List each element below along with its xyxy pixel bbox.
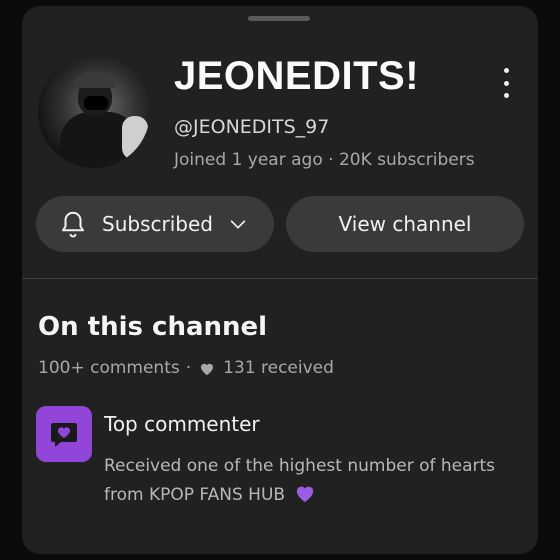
channel-meta: Joined 1 year ago · 20K subscribers	[174, 150, 475, 170]
joined-date: Joined 1 year ago	[174, 150, 323, 170]
channel-handle: @JEONEDITS_97	[174, 116, 330, 138]
award-description: Received one of the highest number of he…	[104, 456, 496, 505]
avatar[interactable]	[38, 56, 150, 168]
more-vert-icon[interactable]	[500, 68, 512, 98]
heart-icon	[201, 363, 214, 375]
channel-stats: 100+ comments · 131 received	[38, 358, 334, 378]
divider	[22, 278, 538, 279]
channel-sheet: JEONEDITS! @JEONEDITS_97 Joined 1 year a…	[22, 6, 538, 554]
subscriber-count: 20K subscribers	[338, 150, 475, 170]
hearts-received: 131 received	[223, 358, 334, 378]
purple-heart-icon	[297, 486, 314, 503]
award-title: Top commenter	[104, 412, 260, 436]
channel-name: JEONEDITS!	[174, 54, 420, 98]
subscribed-label: Subscribed	[102, 212, 213, 236]
section-title: On this channel	[38, 312, 268, 342]
view-channel-label: View channel	[338, 212, 472, 236]
chat-heart-icon	[36, 406, 92, 462]
subscribed-button[interactable]: Subscribed	[36, 196, 274, 252]
drag-handle[interactable]	[248, 16, 310, 21]
view-channel-button[interactable]: View channel	[286, 196, 524, 252]
comments-count: 100+ comments	[38, 358, 180, 378]
chevron-down-icon	[230, 220, 246, 229]
bell-icon	[62, 211, 84, 238]
